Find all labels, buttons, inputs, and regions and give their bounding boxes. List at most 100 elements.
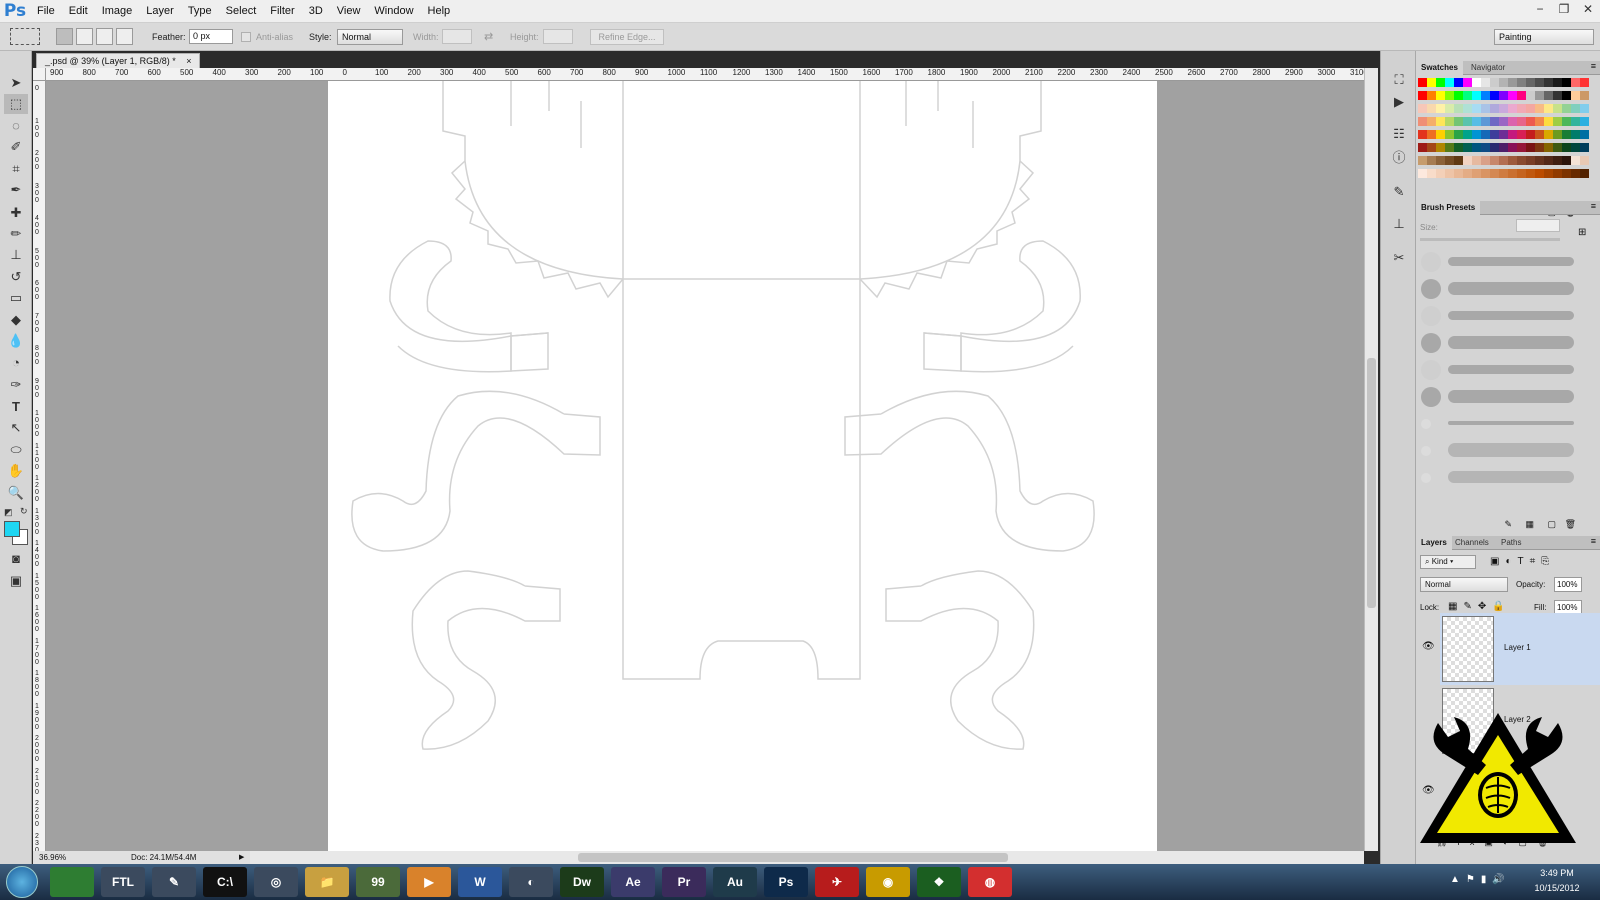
color-swatch[interactable] <box>1454 117 1463 126</box>
taskbar-app-icon[interactable]: ◐ <box>509 867 553 897</box>
color-swatch[interactable] <box>1571 156 1580 165</box>
color-swatch[interactable] <box>1418 117 1427 126</box>
color-swatch[interactable] <box>1454 78 1463 87</box>
color-swatch[interactable] <box>1535 130 1544 139</box>
close-button[interactable]: ✕ <box>1576 1 1600 17</box>
color-swatch[interactable] <box>1580 169 1589 178</box>
hand-tool-icon[interactable]: ✋ <box>4 461 28 481</box>
type-tool-icon[interactable]: T <box>4 397 28 417</box>
menu-window[interactable]: Window <box>367 0 420 23</box>
color-swatch[interactable] <box>1580 78 1589 87</box>
color-swatch[interactable] <box>1499 156 1508 165</box>
swatch-grid[interactable] <box>1418 78 1589 204</box>
color-swatch[interactable] <box>1445 104 1454 113</box>
tab-channels[interactable]: Channels <box>1450 536 1494 550</box>
intersect-selection-icon[interactable] <box>116 28 133 45</box>
tab-layers[interactable]: Layers <box>1416 536 1452 550</box>
color-swatch[interactable] <box>1463 78 1472 87</box>
color-swatch[interactable] <box>1535 104 1544 113</box>
menu-file[interactable]: File <box>30 0 62 23</box>
color-swatch[interactable] <box>1562 78 1571 87</box>
menu-layer[interactable]: Layer <box>139 0 181 23</box>
brush-preset[interactable] <box>1418 303 1578 327</box>
color-swatch[interactable] <box>1463 143 1472 152</box>
color-swatch[interactable] <box>1418 130 1427 139</box>
horizontal-scroll-thumb[interactable] <box>578 853 1008 862</box>
color-swatch[interactable] <box>1427 91 1436 100</box>
color-swatch[interactable] <box>1526 130 1535 139</box>
color-swatch[interactable] <box>1472 104 1481 113</box>
color-swatch[interactable] <box>1544 143 1553 152</box>
color-swatch[interactable] <box>1445 156 1454 165</box>
color-swatch[interactable] <box>1490 117 1499 126</box>
brush-preset[interactable] <box>1418 249 1578 273</box>
add-to-selection-icon[interactable] <box>76 28 93 45</box>
actions-panel-icon[interactable]: ▶ <box>1389 93 1409 111</box>
color-swatch[interactable] <box>1481 117 1490 126</box>
panel-menu-icon[interactable]: ≡ <box>1591 536 1596 546</box>
color-swatch[interactable] <box>1490 130 1499 139</box>
taskbar-app-icon[interactable]: ◎ <box>254 867 298 897</box>
crop-tool-icon[interactable]: ⌗ <box>4 159 28 179</box>
history-brush-tool-icon[interactable]: ↺ <box>4 267 28 287</box>
color-swatch[interactable] <box>1526 117 1535 126</box>
brush-tool-icon[interactable]: ✏ <box>4 224 28 244</box>
panel-menu-icon[interactable]: ≡ <box>1591 201 1596 211</box>
color-swatch[interactable] <box>1535 78 1544 87</box>
history-panel-icon[interactable]: ⛶ <box>1389 71 1409 89</box>
taskbar-app-icon[interactable]: Dw <box>560 867 604 897</box>
taskbar-app-icon[interactable]: Pr <box>662 867 706 897</box>
dodge-tool-icon[interactable]: ◔ <box>4 353 28 373</box>
taskbar-app-icon[interactable]: FTL <box>101 867 145 897</box>
color-swatch[interactable] <box>1580 91 1589 100</box>
taskbar-app-icon[interactable]: ◍ <box>968 867 1012 897</box>
workspace-dropdown[interactable]: Painting <box>1494 29 1594 45</box>
color-swatch[interactable] <box>1535 117 1544 126</box>
width-input[interactable] <box>442 29 472 44</box>
color-swatch[interactable] <box>1436 78 1445 87</box>
color-swatch[interactable] <box>1517 156 1526 165</box>
menu-edit[interactable]: Edit <box>62 0 95 23</box>
anti-alias-checkbox[interactable] <box>241 32 251 42</box>
eye-icon[interactable]: 👁 <box>1422 641 1435 652</box>
color-swatch[interactable] <box>1490 104 1499 113</box>
layer-filter-icons[interactable]: ▣◐T⌗⎘ <box>1490 556 1555 567</box>
color-swatch[interactable] <box>1445 78 1454 87</box>
color-swatch[interactable] <box>1571 169 1580 178</box>
color-swatch[interactable] <box>1463 156 1472 165</box>
brush-tool-toggle-icon[interactable]: ✎ <box>1504 519 1512 530</box>
color-swatch[interactable] <box>1499 169 1508 178</box>
color-swatch[interactable] <box>1481 156 1490 165</box>
eraser-tool-icon[interactable]: ▭ <box>4 288 28 308</box>
color-swatch[interactable] <box>1562 117 1571 126</box>
color-swatch[interactable] <box>1571 104 1580 113</box>
color-swatch[interactable] <box>1508 78 1517 87</box>
document-canvas[interactable] <box>328 81 1157 851</box>
color-swatch[interactable] <box>1490 78 1499 87</box>
pen-tool-icon[interactable]: ✑ <box>4 375 28 395</box>
ellipse-tool-icon[interactable]: ⬭ <box>4 440 28 460</box>
color-swatch[interactable] <box>1481 104 1490 113</box>
menu-3d[interactable]: 3D <box>302 0 330 23</box>
system-tray-icons[interactable]: ▲⚑▮🔊 <box>1450 874 1511 885</box>
color-swatch[interactable] <box>1571 78 1580 87</box>
color-swatch[interactable] <box>1553 143 1562 152</box>
color-swatch[interactable] <box>1418 156 1427 165</box>
menu-help[interactable]: Help <box>421 0 458 23</box>
clone-source-panel-icon[interactable]: ⊥ <box>1389 215 1409 233</box>
ruler-vertical[interactable]: 0 100 200 300 400 500 600 700 800 900 1000 1100 1200… <box>33 81 46 851</box>
color-swatch[interactable] <box>1454 143 1463 152</box>
color-swatch[interactable] <box>1445 117 1454 126</box>
path-selection-tool-icon[interactable]: ↖ <box>4 418 28 438</box>
brush-preset[interactable] <box>1418 276 1578 300</box>
color-swatch[interactable] <box>1418 91 1427 100</box>
color-swatch[interactable] <box>1436 104 1445 113</box>
color-swatch[interactable] <box>1580 117 1589 126</box>
color-swatch[interactable] <box>1436 91 1445 100</box>
panel-menu-icon[interactable]: ≡ <box>1591 61 1596 71</box>
tool-presets-panel-icon[interactable]: ✂ <box>1389 249 1409 267</box>
color-swatch[interactable] <box>1445 169 1454 178</box>
grid-view-icon[interactable]: ▦ <box>1525 519 1534 530</box>
color-swatch[interactable] <box>1454 91 1463 100</box>
brush-preset[interactable] <box>1418 465 1578 489</box>
